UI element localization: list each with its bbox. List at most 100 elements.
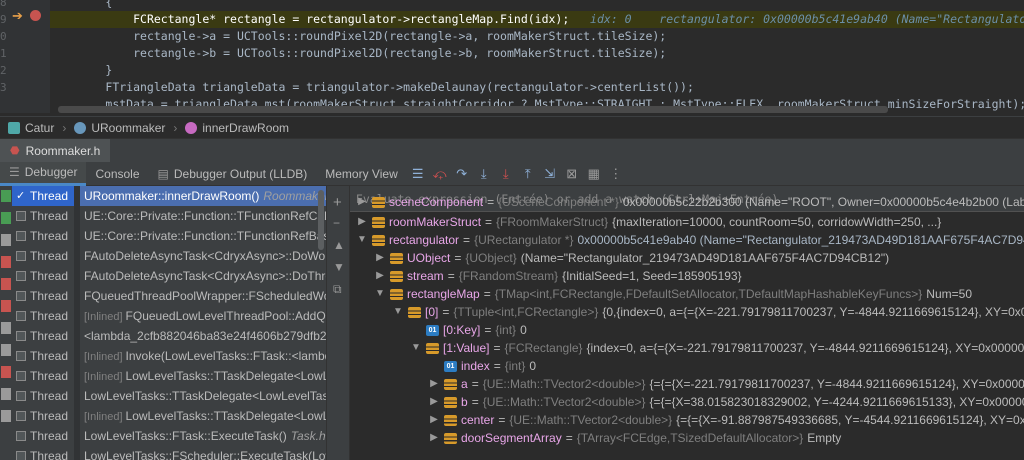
mute-breakpoints-icon[interactable] — [1, 300, 11, 312]
add-watch-icon[interactable]: + — [333, 194, 342, 211]
expand-icon[interactable]: ▶ — [374, 266, 386, 286]
stack-frame[interactable]: [Inlined] LowLevelTasks::TTaskDelegate<Lo… — [80, 366, 326, 386]
step-into-icon[interactable]: ⤓ — [473, 162, 495, 186]
variable-row[interactable]: ▼ [1:Value] = {FCRectangle} {index=0, a={=… — [410, 338, 1024, 358]
variable-row[interactable]: 01 [0:Key] = {int} 0 — [410, 320, 527, 340]
exit-icon[interactable] — [1, 366, 11, 378]
stack-frame[interactable]: FAutoDeleteAsyncTask<CdryxAsync>::DoThre… — [80, 266, 326, 286]
evaluate-expression-icon[interactable]: ⊠ — [561, 162, 583, 186]
code-editor[interactable]: 8 9 0 1 2 3 ➔ { FCRectangle* rectangle = rect… — [0, 0, 1024, 113]
tab-debugger-output[interactable]: ▤ Debugger Output (LLDB) — [149, 162, 317, 186]
stack-frame[interactable]: [Inlined] LowLevelTasks::TTaskDelegate<Lo… — [80, 406, 326, 426]
thread-item[interactable]: Thread — [12, 206, 74, 226]
threads-list[interactable]: ✓ Thread Thread Thread Thread Thread Thread Thr… — [12, 186, 74, 460]
expand-icon[interactable]: ▶ — [428, 410, 440, 430]
settings-icon[interactable] — [1, 322, 11, 334]
view-breakpoints-icon[interactable] — [1, 278, 11, 290]
collapse-icon[interactable]: ▼ — [356, 230, 368, 250]
stack-frame[interactable]: LowLevelTasks::FScheduler::ExecuteTask(L… — [80, 446, 326, 460]
thread-item[interactable]: Thread — [12, 426, 74, 446]
stack-frame[interactable]: <lambda_2cfb882046ba83e24f4606b279dfb23 — [80, 326, 326, 346]
thread-item[interactable]: Thread — [12, 226, 74, 246]
thread-item[interactable]: Thread — [12, 326, 74, 346]
more-icon[interactable]: ⋮ — [605, 162, 627, 186]
restore-icon[interactable] — [1, 410, 11, 422]
show-execution-point-icon[interactable]: ⤽ — [429, 162, 451, 186]
breadcrumb-item-catur[interactable]: Catur — [8, 121, 54, 135]
tab-debugger[interactable]: ☰ Debugger — [0, 161, 87, 186]
breakpoint-icon[interactable] — [30, 10, 41, 21]
copy-icon[interactable]: ⧉ — [333, 282, 342, 297]
stack-frame[interactable]: FQueuedThreadPoolWrapper::FScheduledWork — [80, 286, 326, 306]
editor-gutter[interactable]: 8 9 0 1 2 3 — [0, 0, 50, 113]
thread-item[interactable]: Thread — [12, 246, 74, 266]
collapse-icon[interactable]: ▼ — [374, 284, 386, 304]
rerun-icon[interactable] — [1, 212, 11, 224]
layout-icon[interactable] — [1, 388, 11, 400]
variable-row[interactable]: 01 index = {int} 0 — [428, 356, 536, 376]
stack-frame[interactable]: LowLevelTasks::FTask::ExecuteTask() Task.… — [80, 426, 326, 446]
stack-frame[interactable]: UE::Core::Private::Function::TFunctionRe… — [80, 206, 326, 226]
move-up-icon[interactable]: ▲ — [333, 238, 345, 252]
thread-item[interactable]: Thread — [12, 346, 74, 366]
thread-item[interactable]: Thread — [12, 406, 74, 426]
variable-row[interactable]: ▶ center = {UE::Math::TVector2<double>} {=… — [428, 410, 1024, 430]
remove-icon[interactable]: − — [333, 216, 340, 230]
expand-icon[interactable]: ▶ — [428, 428, 440, 448]
thread-item[interactable]: Thread — [12, 266, 74, 286]
variable-row[interactable]: ▶ roomMakerStruct = {FRoomMakerStruct} {ma… — [356, 212, 941, 232]
breadcrumb-item-uroommaker[interactable]: URoommaker — [74, 121, 165, 135]
thread-item[interactable]: Thread — [12, 366, 74, 386]
variable-row[interactable]: ▼ rectangleMap = {TMap<int,FCRectangle,FD… — [374, 284, 972, 304]
editor-horizontal-scrollbar[interactable] — [58, 106, 888, 113]
code-line[interactable]: rectangle->a = UCTools::roundPixel2D(rec… — [50, 28, 1024, 45]
pause-icon[interactable] — [1, 234, 11, 246]
expand-icon[interactable]: ▶ — [428, 374, 440, 394]
resume-icon[interactable] — [1, 190, 11, 202]
thread-item[interactable]: ✓ Thread — [12, 186, 74, 206]
thread-item[interactable]: Thread — [12, 306, 74, 326]
variable-row[interactable]: ▼ rectangulator = {URectangulator *} 0x000… — [356, 230, 1024, 250]
stack-frame[interactable]: [Inlined] Invoke(LowLevelTasks::FTask::<l… — [80, 346, 326, 366]
stack-frame[interactable]: UE::Core::Private::Function::TFunctionRe… — [80, 226, 326, 246]
variable-row[interactable]: ▶ b = {UE::Math::TVector2<double>} {={={X=… — [428, 392, 1024, 412]
variable-row[interactable]: ▼ [0] = {TTuple<int,FCRectangle>} {0,{inde… — [392, 302, 1024, 322]
code-line[interactable]: FTriangleData triangleData = triangulato… — [50, 79, 1024, 96]
move-down-icon[interactable]: ▼ — [333, 260, 345, 274]
variable-row[interactable]: ▶ doorSegmentArray = {TArray<FCEdge,TSize… — [428, 428, 841, 448]
menu-icon[interactable]: ☰ — [407, 162, 429, 186]
expand-icon[interactable]: ▶ — [428, 392, 440, 412]
pin-icon[interactable] — [1, 344, 11, 356]
collapse-icon[interactable]: ▼ — [410, 338, 422, 358]
variable-row[interactable]: ▶ UObject = {UObject} (Name="Rectangulator… — [374, 248, 889, 268]
tab-roommaker-h[interactable]: ⬣ Roommaker.h — [0, 138, 111, 163]
table-view-icon[interactable]: ▦ — [583, 162, 605, 186]
variable-row[interactable]: ▶ sceneComponent = {USceneComponent *} 0x0… — [356, 192, 1024, 212]
thread-item[interactable]: Thread — [12, 286, 74, 306]
frames-scrollbar[interactable] — [318, 190, 324, 250]
stack-frame[interactable]: URoommaker::innerDrawRoom()Roommaker.h — [80, 186, 326, 206]
frames-list[interactable]: URoommaker::innerDrawRoom()Roommaker.hUE… — [80, 186, 326, 460]
breadcrumb-item-innerdrawroom[interactable]: innerDrawRoom — [185, 121, 289, 135]
tab-console[interactable]: Console — [86, 162, 148, 186]
expand-icon[interactable]: ▶ — [356, 192, 368, 212]
collapse-icon[interactable]: ▼ — [392, 302, 404, 322]
stack-frame[interactable]: FAutoDeleteAsyncTask<CdryxAsync>::DoWork — [80, 246, 326, 266]
step-out-icon[interactable]: ⤒ — [517, 162, 539, 186]
stack-frame[interactable]: [Inlined] FQueuedLowLevelThreadPool::AddQ… — [80, 306, 326, 326]
expand-icon[interactable]: ▶ — [356, 212, 368, 232]
step-over-icon[interactable]: ↷ — [451, 162, 473, 186]
code-line[interactable]: { — [50, 0, 1024, 11]
variable-row[interactable]: ▶ a = {UE::Math::TVector2<double>} {={={X=… — [428, 374, 1024, 394]
variable-row[interactable]: ▶ stream = {FRandomStream} {InitialSeed=1,… — [374, 266, 741, 286]
expand-icon[interactable]: ▶ — [374, 248, 386, 268]
thread-item[interactable]: Thread — [12, 446, 74, 460]
thread-item[interactable]: Thread — [12, 386, 74, 406]
run-to-cursor-icon[interactable]: ⇲ — [539, 162, 561, 186]
code-line[interactable]: } — [50, 62, 1024, 79]
tab-memory-view[interactable]: Memory View — [316, 162, 406, 186]
code-line-current[interactable]: FCRectangle* rectangle = rectangulator->… — [50, 11, 1024, 28]
code-line[interactable]: rectangle->b = UCTools::roundPixel2D(rec… — [50, 45, 1024, 62]
stop-icon[interactable] — [1, 256, 11, 268]
force-step-into-icon[interactable]: ⤓ — [495, 162, 517, 186]
